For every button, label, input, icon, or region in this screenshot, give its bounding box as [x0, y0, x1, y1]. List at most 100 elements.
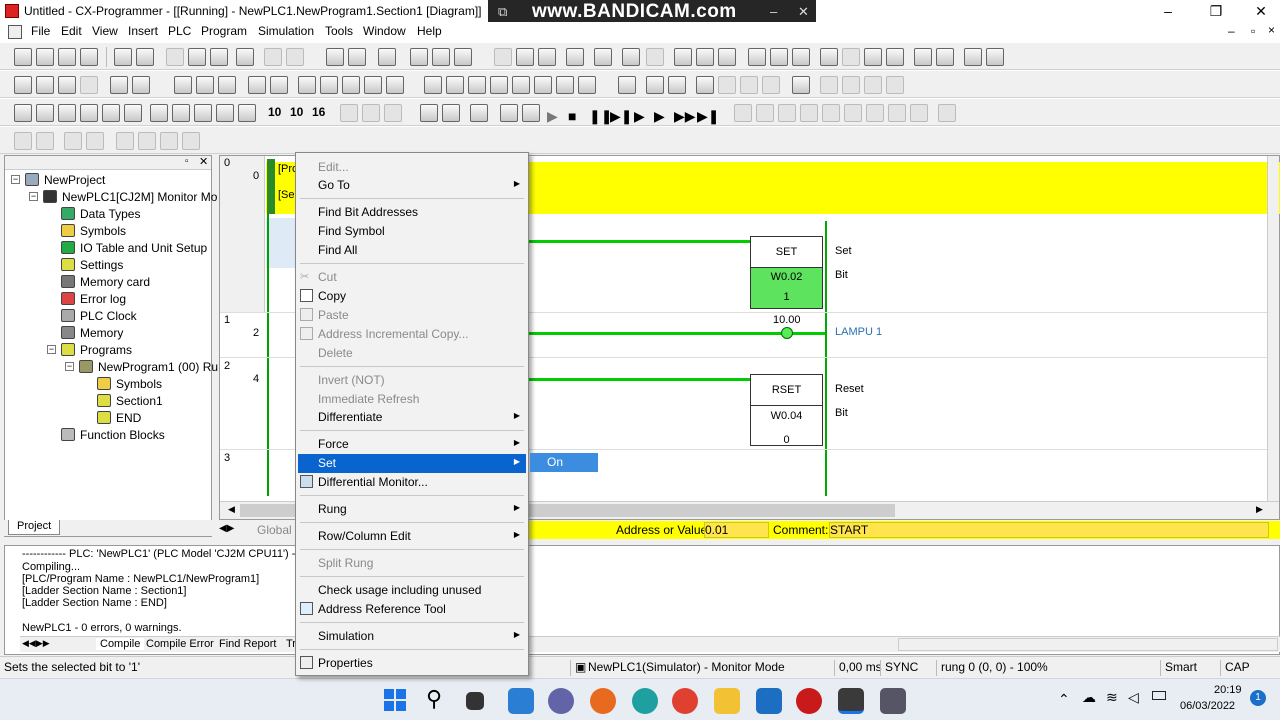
menu-item-edit[interactable]: Edit...: [318, 158, 349, 176]
tree-item-programs[interactable]: Programs: [80, 343, 132, 357]
merge-dim-icon[interactable]: [762, 76, 780, 94]
menu-file[interactable]: File: [31, 24, 50, 38]
menu-window[interactable]: Window: [363, 24, 406, 38]
child-restore-button[interactable]: ▫: [1251, 24, 1255, 38]
menu-item-find-symbol[interactable]: Find Symbol: [318, 222, 385, 240]
menu-item-row-column-edit[interactable]: Row/Column Edit: [318, 527, 411, 545]
tree-function-blocks[interactable]: Function Blocks: [80, 428, 165, 442]
transfer-to-plc-icon[interactable]: [696, 48, 714, 66]
simulator-icon[interactable]: [880, 688, 906, 714]
nav-buttons-icon[interactable]: ◀▶: [219, 523, 234, 534]
cut-icon[interactable]: [166, 48, 184, 66]
bit-dim-icon[interactable]: [384, 104, 402, 122]
sim-dim10-icon[interactable]: [938, 104, 956, 122]
function-block-icon[interactable]: [618, 76, 636, 94]
minimize-button[interactable]: –: [1145, 0, 1191, 22]
view-watch-icon[interactable]: [102, 104, 120, 122]
cross-reference-icon[interactable]: [270, 76, 288, 94]
menu-item-properties[interactable]: Properties: [318, 654, 373, 672]
clock-time[interactable]: 20:19: [1214, 684, 1242, 696]
sim-dim1-icon[interactable]: [734, 104, 752, 122]
sim-dim7-icon[interactable]: [866, 104, 884, 122]
paste-icon[interactable]: [210, 48, 228, 66]
online-icon[interactable]: [494, 48, 512, 66]
binoculars-icon[interactable]: [326, 48, 344, 66]
menu-item-immediate-refresh[interactable]: Immediate Refresh: [318, 390, 419, 408]
menu-item-delete[interactable]: Delete: [318, 344, 353, 362]
no-contact-icon[interactable]: [320, 76, 338, 94]
cube-icon[interactable]: [646, 76, 664, 94]
step-run-icon[interactable]: ▶❚: [610, 108, 633, 125]
view-io-icon[interactable]: [216, 104, 234, 122]
clipboard-icon[interactable]: [236, 48, 254, 66]
online-io-icon[interactable]: [696, 76, 714, 94]
menu-item-find-all[interactable]: Find All: [318, 241, 357, 259]
sim-dim4-icon[interactable]: [800, 104, 818, 122]
play-icon[interactable]: ▶: [547, 108, 558, 125]
menu-program[interactable]: Program: [201, 24, 247, 38]
child-minimize-button[interactable]: –: [1228, 24, 1235, 38]
save-icon[interactable]: [58, 48, 76, 66]
volume-icon[interactable]: ◁: [1128, 689, 1139, 706]
instruction-icon[interactable]: [512, 76, 530, 94]
view-address-icon[interactable]: [124, 104, 142, 122]
help-icon[interactable]: [432, 48, 450, 66]
menu-item-address-incremental-copy[interactable]: Address Incremental Copy...: [318, 325, 469, 343]
redo-icon[interactable]: [286, 48, 304, 66]
zoom-fit-icon[interactable]: [80, 76, 98, 94]
coil-icon[interactable]: [468, 76, 486, 94]
menu-item-find-bit-addresses[interactable]: Find Bit Addresses: [318, 203, 418, 221]
collapse-icon[interactable]: −: [29, 192, 38, 201]
toggle-bit-icon[interactable]: [964, 48, 982, 66]
diff-up-icon[interactable]: [534, 76, 552, 94]
about-icon[interactable]: [410, 48, 428, 66]
tree-root[interactable]: NewProject: [44, 173, 105, 187]
rung-bookmark-icon[interactable]: [174, 76, 192, 94]
mail-icon[interactable]: [756, 688, 782, 714]
close-dim-icon[interactable]: [740, 76, 758, 94]
connect4-icon[interactable]: [182, 132, 200, 150]
panel-pin-icon[interactable]: ▫: [185, 156, 189, 167]
show-comments-icon[interactable]: [132, 76, 150, 94]
clock-date[interactable]: 06/03/2022: [1180, 700, 1235, 712]
view-window-icon[interactable]: [14, 104, 32, 122]
undo-icon[interactable]: [264, 48, 282, 66]
maximize-button[interactable]: ❐: [1193, 0, 1239, 22]
cpu-bus-icon[interactable]: [792, 76, 810, 94]
zoom-out-icon[interactable]: [58, 76, 76, 94]
tree-item-data-types[interactable]: Data Types: [80, 207, 140, 221]
align-top-icon[interactable]: [64, 132, 82, 150]
work-online-simulator-icon[interactable]: [516, 48, 534, 66]
menu-item-copy[interactable]: Copy: [318, 287, 346, 305]
menu-simulation[interactable]: Simulation: [258, 24, 314, 38]
compare-icon[interactable]: [674, 48, 692, 66]
view-mnemonic-icon[interactable]: [36, 104, 54, 122]
notification-badge[interactable]: 1: [1250, 690, 1266, 706]
tree-item-error-log[interactable]: Error log: [80, 292, 126, 306]
address-reference-icon[interactable]: [842, 48, 860, 66]
set-instruction[interactable]: SET W0.02 1: [750, 236, 823, 309]
widgets-icon[interactable]: [508, 688, 534, 714]
io-table-icon[interactable]: [864, 48, 882, 66]
monitor-stop-icon[interactable]: [470, 104, 488, 122]
send-changes-icon[interactable]: [792, 48, 810, 66]
chrome-icon[interactable]: [672, 688, 698, 714]
bit-10-button[interactable]: 10: [268, 105, 281, 119]
tiles-icon[interactable]: [248, 76, 266, 94]
down-dim-icon[interactable]: [362, 104, 380, 122]
tree-item-io-table[interactable]: IO Table and Unit Setup: [80, 241, 207, 255]
monitor-icon[interactable]: [218, 76, 236, 94]
delete-line-icon[interactable]: [578, 76, 596, 94]
cx-programmer-icon[interactable]: [838, 688, 864, 714]
menu-view[interactable]: View: [92, 24, 118, 38]
menu-tools[interactable]: Tools: [325, 24, 353, 38]
menu-item-split-rung[interactable]: Split Rung: [318, 554, 373, 572]
pause-icon[interactable]: [646, 48, 664, 66]
close-button[interactable]: ✕: [1238, 0, 1280, 22]
sim-dim8-icon[interactable]: [888, 104, 906, 122]
menu-item-invert[interactable]: Invert (NOT): [318, 371, 385, 389]
monitor-on-icon[interactable]: [420, 104, 438, 122]
program-mode-icon[interactable]: [566, 48, 584, 66]
view-tree-icon[interactable]: [172, 104, 190, 122]
connect-icon[interactable]: [116, 132, 134, 150]
